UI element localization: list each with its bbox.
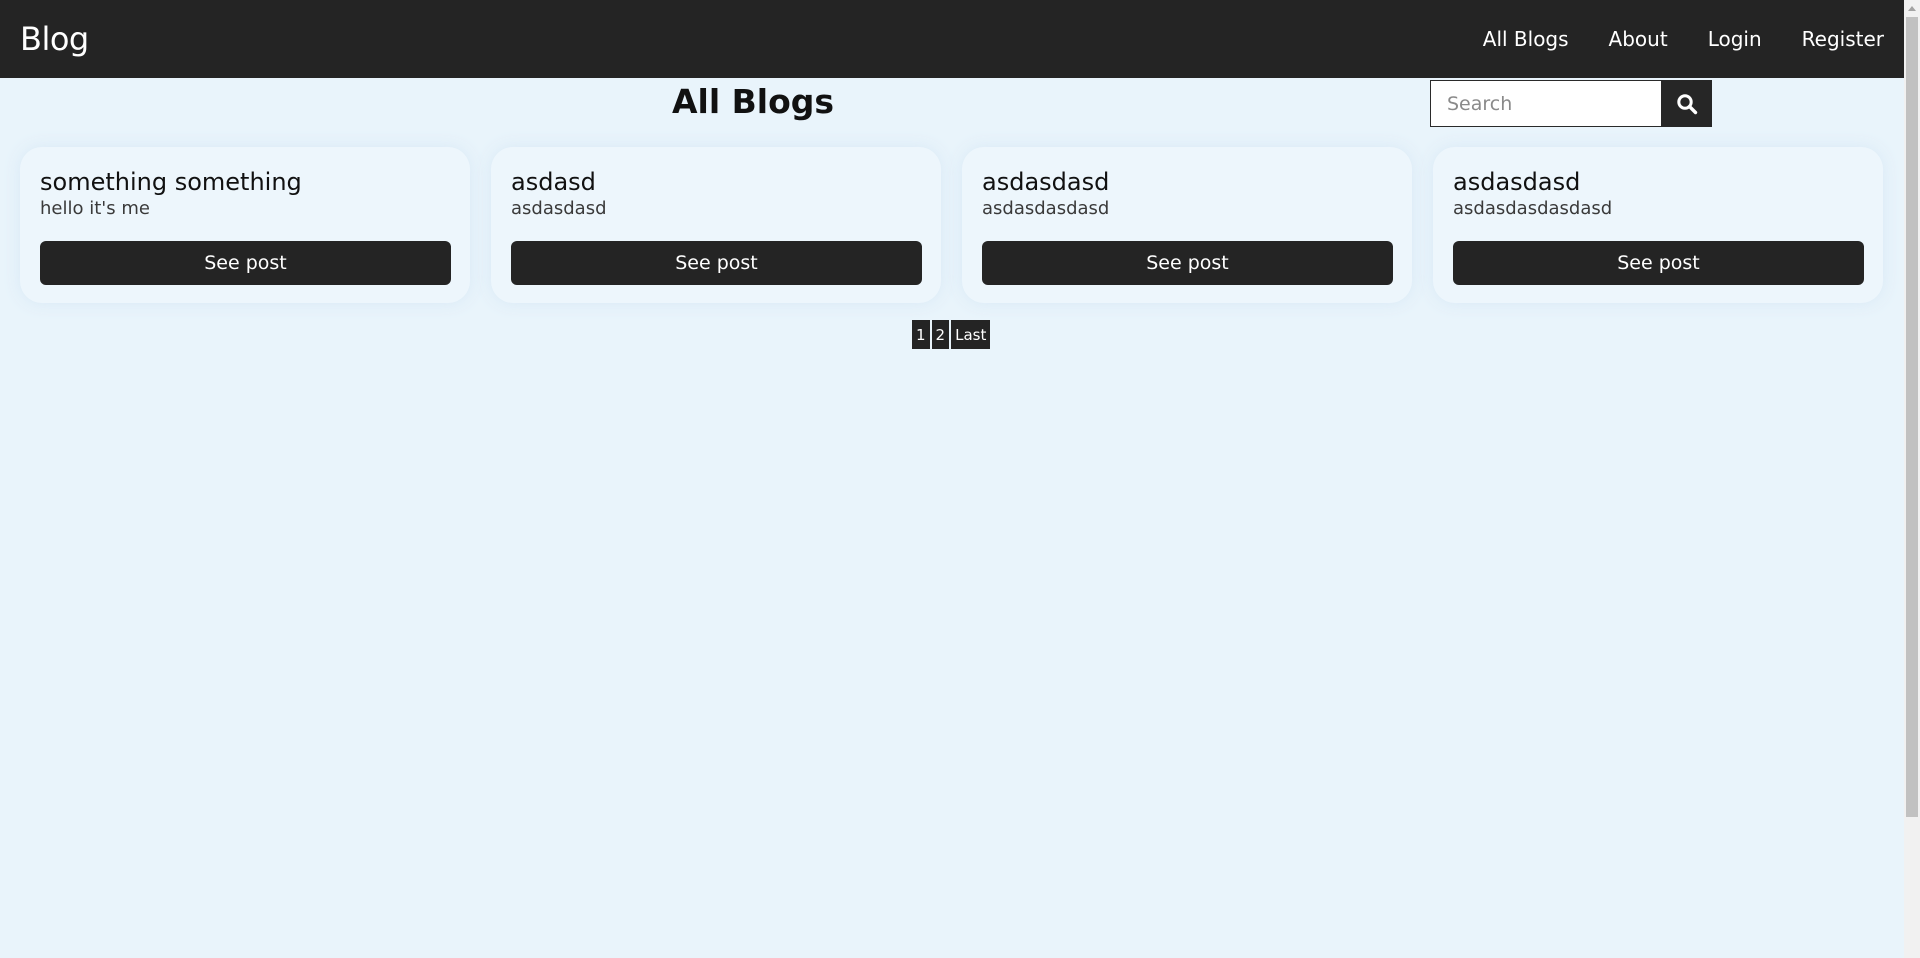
post-card: asdasdasd asdasdasdasdasd See post: [1433, 147, 1883, 303]
post-title: asdasd: [511, 168, 596, 196]
page-1-button[interactable]: 1: [912, 320, 930, 349]
vertical-scrollbar[interactable]: [1904, 0, 1920, 958]
last-page-button[interactable]: Last: [951, 320, 991, 349]
see-post-button[interactable]: See post: [982, 241, 1393, 285]
post-excerpt: asdasdasdasdasd: [1453, 198, 1613, 219]
pagination: 1 2 Last: [912, 320, 991, 349]
see-post-button[interactable]: See post: [40, 241, 451, 285]
nav-links: All Blogs About Login Register: [1443, 27, 1884, 51]
search-form: [1430, 80, 1712, 127]
post-card: something something hello it's me See po…: [20, 147, 470, 303]
nav-link-all-blogs[interactable]: All Blogs: [1483, 27, 1569, 51]
scroll-up-arrow-icon[interactable]: [1904, 0, 1920, 16]
post-excerpt: hello it's me: [40, 198, 150, 219]
navbar: Blog All Blogs About Login Register: [0, 0, 1904, 78]
search-input[interactable]: [1430, 80, 1661, 127]
see-post-button[interactable]: See post: [511, 241, 922, 285]
scrollbar-thumb[interactable]: [1906, 17, 1918, 817]
search-icon: [1676, 93, 1697, 114]
see-post-button[interactable]: See post: [1453, 241, 1864, 285]
post-list: something something hello it's me See po…: [20, 147, 1883, 303]
page-2-button[interactable]: 2: [931, 320, 950, 349]
post-title: asdasdasd: [982, 168, 1110, 196]
post-title: asdasdasd: [1453, 168, 1581, 196]
post-excerpt: asdasdasd: [511, 198, 607, 219]
page-title: All Blogs: [672, 82, 835, 121]
post-excerpt: asdasdasdasd: [982, 198, 1110, 219]
nav-link-login[interactable]: Login: [1708, 27, 1762, 51]
post-title: something something: [40, 168, 302, 196]
search-button[interactable]: [1661, 80, 1712, 127]
brand-logo[interactable]: Blog: [20, 20, 89, 58]
post-card: asdasd asdasdasd See post: [491, 147, 941, 303]
nav-link-register[interactable]: Register: [1802, 27, 1884, 51]
post-card: asdasdasd asdasdasdasd See post: [962, 147, 1412, 303]
nav-link-about[interactable]: About: [1609, 27, 1668, 51]
